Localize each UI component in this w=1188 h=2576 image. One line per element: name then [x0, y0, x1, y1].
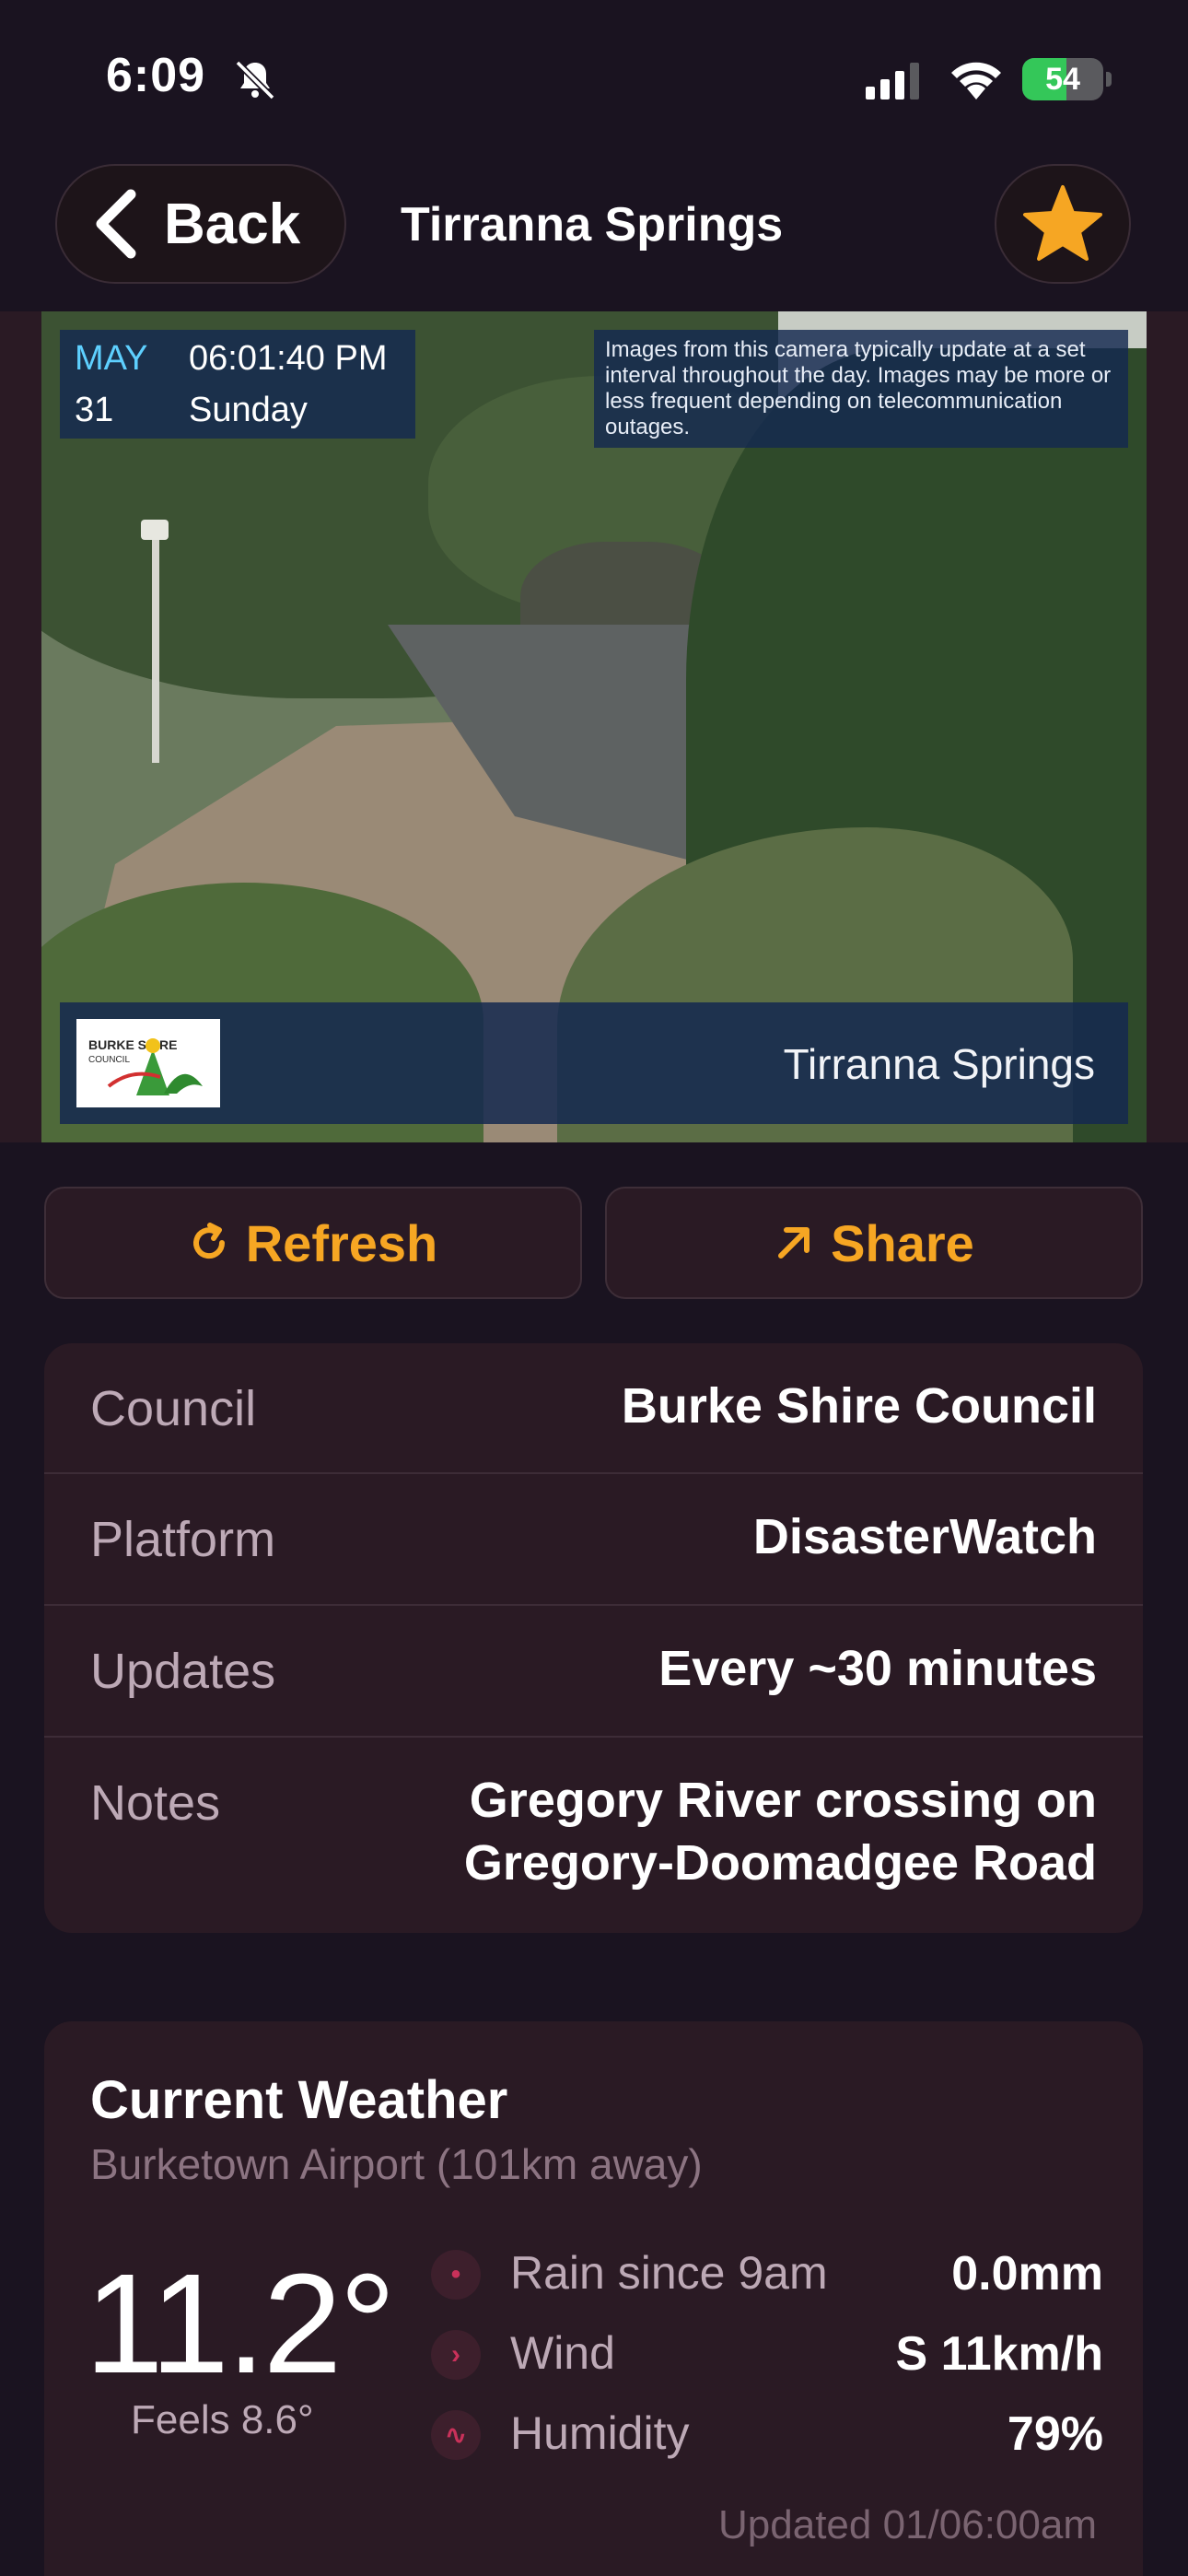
weather-label: Rain since 9am	[510, 2247, 828, 2299]
back-button[interactable]: Back	[55, 164, 346, 284]
camera-image: MAY 06:01:40 PM 31 Sunday Images from th…	[41, 311, 1147, 1142]
camera-time: 06:01:40 PM	[189, 339, 388, 378]
humidity-icon: ∿	[431, 2410, 481, 2460]
wind-icon: ›	[431, 2330, 481, 2380]
feels-like: Feels 8.6°	[131, 2397, 314, 2442]
refresh-button[interactable]: Refresh	[44, 1187, 582, 1299]
weather-value: 0.0mm	[951, 2247, 1103, 2301]
share-label: Share	[831, 1213, 974, 1272]
weather-label: Humidity	[510, 2407, 690, 2459]
battery-percent: 54	[1045, 62, 1080, 97]
star-icon	[1023, 185, 1102, 261]
info-label: Updates	[90, 1644, 276, 1699]
camera-timestamp: MAY 06:01:40 PM 31 Sunday	[60, 330, 415, 439]
info-value: DisasterWatch	[752, 1509, 1097, 1564]
page-title: Tirranna Springs	[401, 198, 784, 252]
camera-footer: BURKE SHIRE COUNCIL Tirranna Springs	[60, 1002, 1128, 1124]
svg-text:COUNCIL: COUNCIL	[88, 1055, 130, 1065]
weather-row-wind: › Wind S 11km/h	[431, 2323, 1103, 2387]
status-bar: 6:09 54	[0, 0, 1188, 157]
weather-value: 79%	[1007, 2407, 1103, 2461]
info-value: Gregory River crossing on Gregory-Doomad…	[463, 1773, 1097, 1891]
weather-row-humidity: ∿ Humidity 79%	[431, 2403, 1103, 2467]
info-row-platform: Platform DisasterWatch	[44, 1474, 1143, 1606]
camera-notice: Images from this camera typically update…	[594, 330, 1128, 448]
wifi-icon	[951, 62, 1001, 100]
weather-row-rain: • Rain since 9am 0.0mm	[431, 2242, 1103, 2307]
info-row-council: Council Burke Shire Council	[44, 1343, 1143, 1474]
info-value: Every ~30 minutes	[658, 1641, 1097, 1696]
camera-info-card: Council Burke Shire Council Platform Dis…	[44, 1343, 1143, 1933]
weather-updated: Updated 01/06:00am	[718, 2502, 1097, 2547]
weather-value: S 11km/h	[895, 2327, 1103, 2381]
camera-location-label: Tirranna Springs	[783, 1040, 1095, 1088]
info-row-notes: Notes Gregory River crossing on Gregory-…	[44, 1738, 1143, 1933]
back-label: Back	[164, 192, 301, 256]
share-button[interactable]: Share	[605, 1187, 1143, 1299]
info-label: Council	[90, 1381, 257, 1436]
weather-station: Burketown Airport (101km away)	[90, 2140, 703, 2188]
weather-card: Current Weather Burketown Airport (101km…	[44, 2021, 1143, 2576]
info-value: Burke Shire Council	[621, 1378, 1097, 1434]
council-logo: BURKE SHIRE COUNCIL	[76, 1019, 220, 1107]
temperature-value: 11.2°	[85, 2244, 396, 2403]
rain-icon: •	[431, 2250, 481, 2300]
cellular-signal-icon	[866, 63, 919, 100]
refresh-label: Refresh	[245, 1213, 438, 1272]
svg-text:BURKE SHIRE: BURKE SHIRE	[88, 1037, 177, 1052]
battery-indicator: 54	[1022, 58, 1112, 100]
info-row-updates: Updates Every ~30 minutes	[44, 1606, 1143, 1738]
arrow-up-right-icon	[778, 1227, 810, 1259]
info-label: Platform	[90, 1512, 276, 1567]
camera-month: MAY	[75, 339, 148, 378]
info-label: Notes	[90, 1775, 221, 1831]
camera-day: 31	[75, 391, 114, 429]
weather-title: Current Weather	[90, 2070, 508, 2130]
refresh-icon	[192, 1223, 225, 1259]
bell-slash-icon	[235, 60, 275, 100]
weather-label: Wind	[510, 2327, 615, 2379]
camera-weekday: Sunday	[189, 391, 308, 429]
status-time: 6:09	[106, 49, 206, 102]
chevron-left-icon	[96, 189, 136, 259]
favorite-button[interactable]	[995, 164, 1131, 284]
navigation-bar: Back Tirranna Springs	[0, 157, 1188, 311]
